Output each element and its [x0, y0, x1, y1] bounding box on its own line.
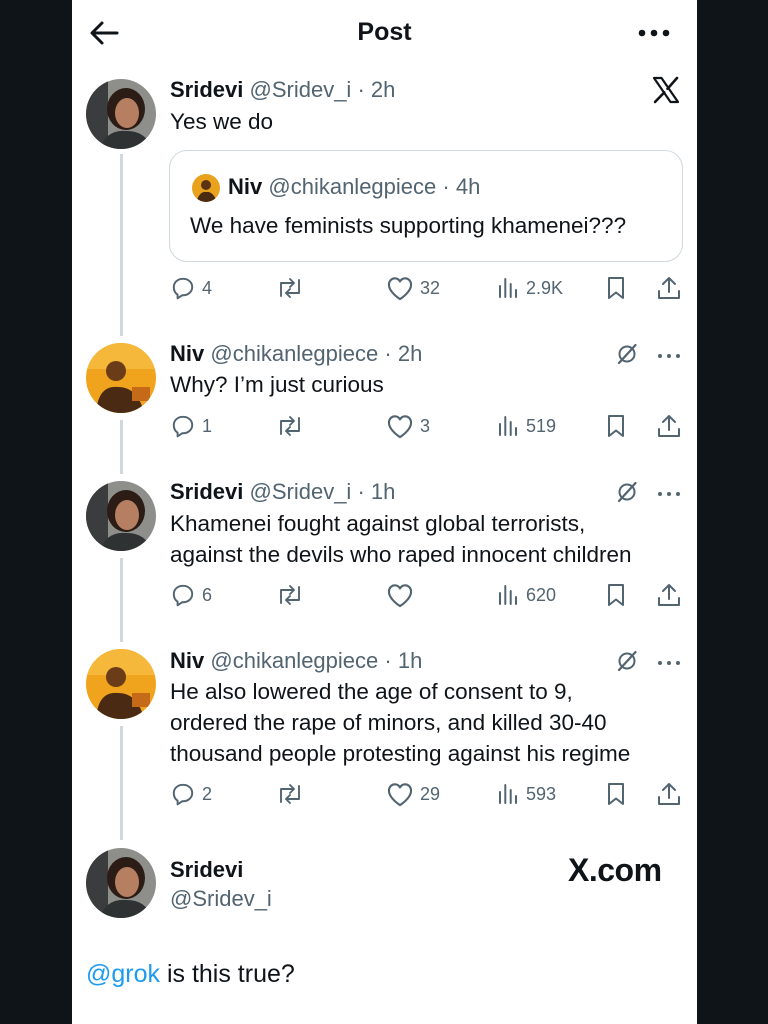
- views-count: 2.9K: [526, 277, 564, 298]
- share-icon[interactable]: [656, 779, 682, 809]
- x-logo-icon: [652, 76, 680, 104]
- like-button[interactable]: 29: [386, 779, 440, 809]
- author-handle[interactable]: @Sridev_i: [250, 77, 352, 102]
- views-count: 620: [526, 584, 557, 605]
- post-author-row: Sridevi @Sridev_i · 2h: [170, 77, 396, 102]
- share-icon[interactable]: [656, 273, 682, 303]
- post-time[interactable]: 2h: [398, 341, 422, 366]
- avatar[interactable]: [86, 343, 156, 413]
- reply-button[interactable]: 1: [170, 411, 212, 441]
- like-count: 32: [420, 277, 441, 298]
- repost-button[interactable]: [276, 273, 310, 303]
- post-time[interactable]: 1h: [371, 479, 395, 504]
- thread-line: [120, 420, 123, 474]
- grok-icon[interactable]: [616, 650, 638, 672]
- repost-button[interactable]: [276, 411, 310, 441]
- like-button[interactable]: 3: [386, 411, 430, 441]
- more-icon[interactable]: [656, 486, 682, 496]
- action-bar: 4 32 2.9K: [170, 273, 690, 303]
- quoted-avatar: [192, 174, 220, 202]
- post-author-row: Niv @chikanlegpiece · 2h: [170, 341, 423, 366]
- grok-icon[interactable]: [616, 343, 638, 365]
- top-bar: Post: [72, 0, 697, 66]
- post-text: Khamenei fought against global terrorist…: [170, 508, 632, 570]
- grok-icon[interactable]: [616, 481, 638, 503]
- main-author-handle[interactable]: @Sridev_i: [170, 886, 272, 912]
- share-icon[interactable]: [656, 411, 682, 441]
- reply-count: 1: [202, 415, 213, 436]
- action-bar: 1 3 519: [170, 411, 690, 441]
- quoted-author-handle: @chikanlegpiece: [268, 174, 437, 199]
- thread-line: [120, 558, 123, 642]
- reply-button[interactable]: 4: [170, 273, 212, 303]
- avatar[interactable]: [86, 79, 156, 149]
- avatar[interactable]: [86, 481, 156, 551]
- main-author-name[interactable]: Sridevi: [170, 857, 243, 883]
- bookmark-icon[interactable]: [604, 411, 628, 441]
- post-author-row: Niv @chikanlegpiece · 1h: [170, 648, 423, 673]
- author-name[interactable]: Sridevi: [170, 77, 243, 102]
- post-text-line: thousand people protesting against his r…: [170, 741, 631, 766]
- more-icon[interactable]: [656, 655, 682, 665]
- avatar[interactable]: [86, 649, 156, 719]
- mention-link[interactable]: @grok: [86, 960, 160, 988]
- repost-button[interactable]: [276, 779, 310, 809]
- reply-button[interactable]: 6: [170, 580, 212, 610]
- post-page: Post Sridevi @Sridev_i · 2h Yes we do Ni…: [72, 0, 697, 1024]
- author-handle[interactable]: @chikanlegpiece: [210, 648, 378, 673]
- avatar[interactable]: [86, 848, 156, 918]
- reply-button[interactable]: 2: [170, 779, 212, 809]
- post-text-line: Khamenei fought against global terrorist…: [170, 511, 586, 536]
- quoted-post[interactable]: Niv @chikanlegpiece · 4h We have feminis…: [169, 150, 683, 262]
- post-text-line: against the devils who raped innocent ch…: [170, 542, 632, 567]
- post-text: Why? I’m just curious: [170, 372, 384, 397]
- like-button[interactable]: 32: [386, 273, 440, 303]
- more-icon[interactable]: [637, 20, 671, 46]
- thread-line: [120, 154, 123, 336]
- quoted-author-row: Niv @chikanlegpiece · 4h: [228, 174, 481, 199]
- bookmark-icon[interactable]: [604, 779, 628, 809]
- like-count: 29: [420, 783, 441, 804]
- quoted-time: 4h: [455, 174, 481, 199]
- bookmark-icon[interactable]: [604, 580, 628, 610]
- reply-count: 4: [202, 277, 213, 298]
- thread-line: [120, 726, 123, 840]
- views-count: 593: [526, 783, 557, 804]
- views-button[interactable]: 593: [496, 779, 556, 809]
- author-handle[interactable]: @Sridev_i: [250, 479, 352, 504]
- share-icon[interactable]: [656, 580, 682, 610]
- main-post-body: is this true?: [160, 960, 295, 988]
- more-icon[interactable]: [656, 348, 682, 358]
- repost-button[interactable]: [276, 580, 310, 610]
- quoted-text: We have feminists supporting khamenei???: [190, 213, 627, 238]
- author-name[interactable]: Niv: [170, 648, 204, 673]
- reply-count: 2: [202, 783, 213, 804]
- views-button[interactable]: 2.9K: [496, 273, 563, 303]
- views-button[interactable]: 519: [496, 411, 556, 441]
- post-text: He also lowered the age of consent to 9,…: [170, 676, 630, 769]
- post-text-line: He also lowered the age of consent to 9,: [170, 679, 573, 704]
- views-count: 519: [526, 415, 557, 436]
- views-button[interactable]: 620: [496, 580, 556, 610]
- bookmark-icon[interactable]: [604, 273, 628, 303]
- post-time[interactable]: 2h: [371, 77, 395, 102]
- main-post-text: @grok is this true?: [86, 960, 295, 989]
- post-text: Yes we do: [170, 109, 273, 134]
- author-handle[interactable]: @chikanlegpiece: [210, 341, 378, 366]
- like-button[interactable]: [386, 580, 420, 610]
- reply-count: 6: [202, 584, 213, 605]
- x-com-watermark: X.com: [568, 852, 662, 888]
- author-name[interactable]: Sridevi: [170, 479, 243, 504]
- page-title: Post: [357, 18, 412, 46]
- post-text-line: ordered the rape of minors, and killed 3…: [170, 710, 607, 735]
- author-name[interactable]: Niv: [170, 341, 204, 366]
- post-time[interactable]: 1h: [398, 648, 422, 673]
- quoted-author-name: Niv: [228, 174, 263, 199]
- action-bar: 2 29 593: [170, 779, 690, 809]
- post-author-row: Sridevi @Sridev_i · 1h: [170, 479, 396, 504]
- like-count: 3: [420, 415, 431, 436]
- action-bar: 6 620: [170, 580, 690, 610]
